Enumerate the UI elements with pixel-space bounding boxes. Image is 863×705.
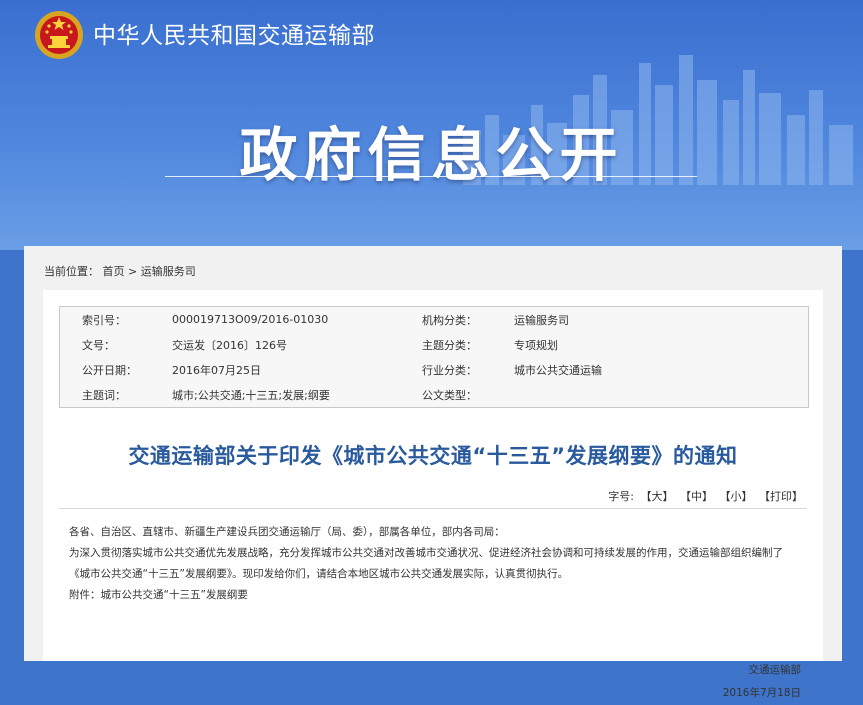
keywords-value: 城市;公共交通;十三五;发展;纲要 xyxy=(172,388,330,402)
metadata-row: 文号： 交运发〔2016〕126号 主题分类： 专项规划 xyxy=(60,332,808,357)
issue-date: 2016年7月18日 xyxy=(722,687,801,699)
font-size-medium-button[interactable]: 【中】 xyxy=(680,490,713,503)
document-title: 交通运输部关于印发《城市公共交通“十三五”发展纲要》的通知 xyxy=(128,444,738,468)
font-size-small-button[interactable]: 【小】 xyxy=(720,490,753,503)
signer: 交通运输部 xyxy=(748,664,802,676)
industry-category-label: 行业分类： xyxy=(422,363,477,377)
topic-category-label: 主题分类： xyxy=(422,338,477,352)
font-size-label: 字号: xyxy=(608,490,634,503)
header-banner: 中华人民共和国交通运输部 政府信息公开 xyxy=(0,0,863,250)
breadcrumb: 当前位置： 首页 > 运输服务司 xyxy=(44,263,196,279)
document-metadata-table: 索引号： 000019713O09/2016-01030 机构分类： 运输服务司… xyxy=(59,306,809,408)
document-body: 各省、自治区、直辖市、新疆生产建设兵团交通运输厅（局、委），部属各单位，部内各司… xyxy=(69,522,799,606)
publish-date-label: 公开日期： xyxy=(82,363,137,377)
metadata-row: 索引号： 000019713O09/2016-01030 机构分类： 运输服务司 xyxy=(60,307,808,332)
breadcrumb-current-link[interactable]: 运输服务司 xyxy=(141,265,196,278)
ministry-name[interactable]: 中华人民共和国交通运输部 xyxy=(93,16,375,50)
main-paragraph: 为深入贯彻落实城市公共交通优先发展战略，充分发挥城市公共交通对改善城市交通状况、… xyxy=(69,547,783,580)
index-number-label: 索引号： xyxy=(82,313,126,327)
agency-category-label: 机构分类： xyxy=(422,313,477,327)
attachment-paragraph: 附件：城市公共交通“十三五”发展纲要 xyxy=(69,589,248,601)
index-number-value: 000019713O09/2016-01030 xyxy=(172,313,329,326)
article-content: 索引号： 000019713O09/2016-01030 机构分类： 运输服务司… xyxy=(43,290,823,699)
doc-number-value: 交运发〔2016〕126号 xyxy=(172,338,287,352)
agency-category-value: 运输服务司 xyxy=(514,313,569,327)
publish-date-value: 2016年07月25日 xyxy=(172,363,261,377)
breadcrumb-separator: > xyxy=(128,265,138,278)
metadata-row: 公开日期： 2016年07月25日 行业分类： 城市公共交通运输 xyxy=(60,357,808,382)
signature-block: 交通运输部 2016年7月18日 xyxy=(723,659,801,705)
metadata-row: 主题词： 城市;公共交通;十三五;发展;纲要 公文类型： xyxy=(60,382,808,407)
breadcrumb-home-link[interactable]: 首页 xyxy=(103,265,125,278)
doc-type-label: 公文类型： xyxy=(422,388,477,402)
font-size-controls: 字号: 【大】 【中】 【小】 【打印】 xyxy=(608,488,803,504)
main-panel: 当前位置： 首页 > 运输服务司 索引号： 000019713O09/2016-… xyxy=(24,246,842,699)
doc-type-value xyxy=(514,382,808,407)
industry-category-value: 城市公共交通运输 xyxy=(514,363,602,377)
font-size-large-button[interactable]: 【大】 xyxy=(641,490,674,503)
breadcrumb-prefix: 当前位置： xyxy=(44,265,99,278)
salutation-paragraph: 各省、自治区、直辖市、新疆生产建设兵团交通运输厅（局、委），部属各单位，部内各司… xyxy=(69,526,505,538)
doc-number-label: 文号： xyxy=(82,338,115,352)
print-button[interactable]: 【打印】 xyxy=(759,490,803,503)
title-divider xyxy=(59,508,807,509)
topic-category-value: 专项规划 xyxy=(514,338,558,352)
banner-divider xyxy=(165,176,697,177)
banner-title: 政府信息公开 xyxy=(239,121,624,189)
keywords-label: 主题词： xyxy=(82,388,126,402)
national-emblem-icon xyxy=(35,11,83,59)
